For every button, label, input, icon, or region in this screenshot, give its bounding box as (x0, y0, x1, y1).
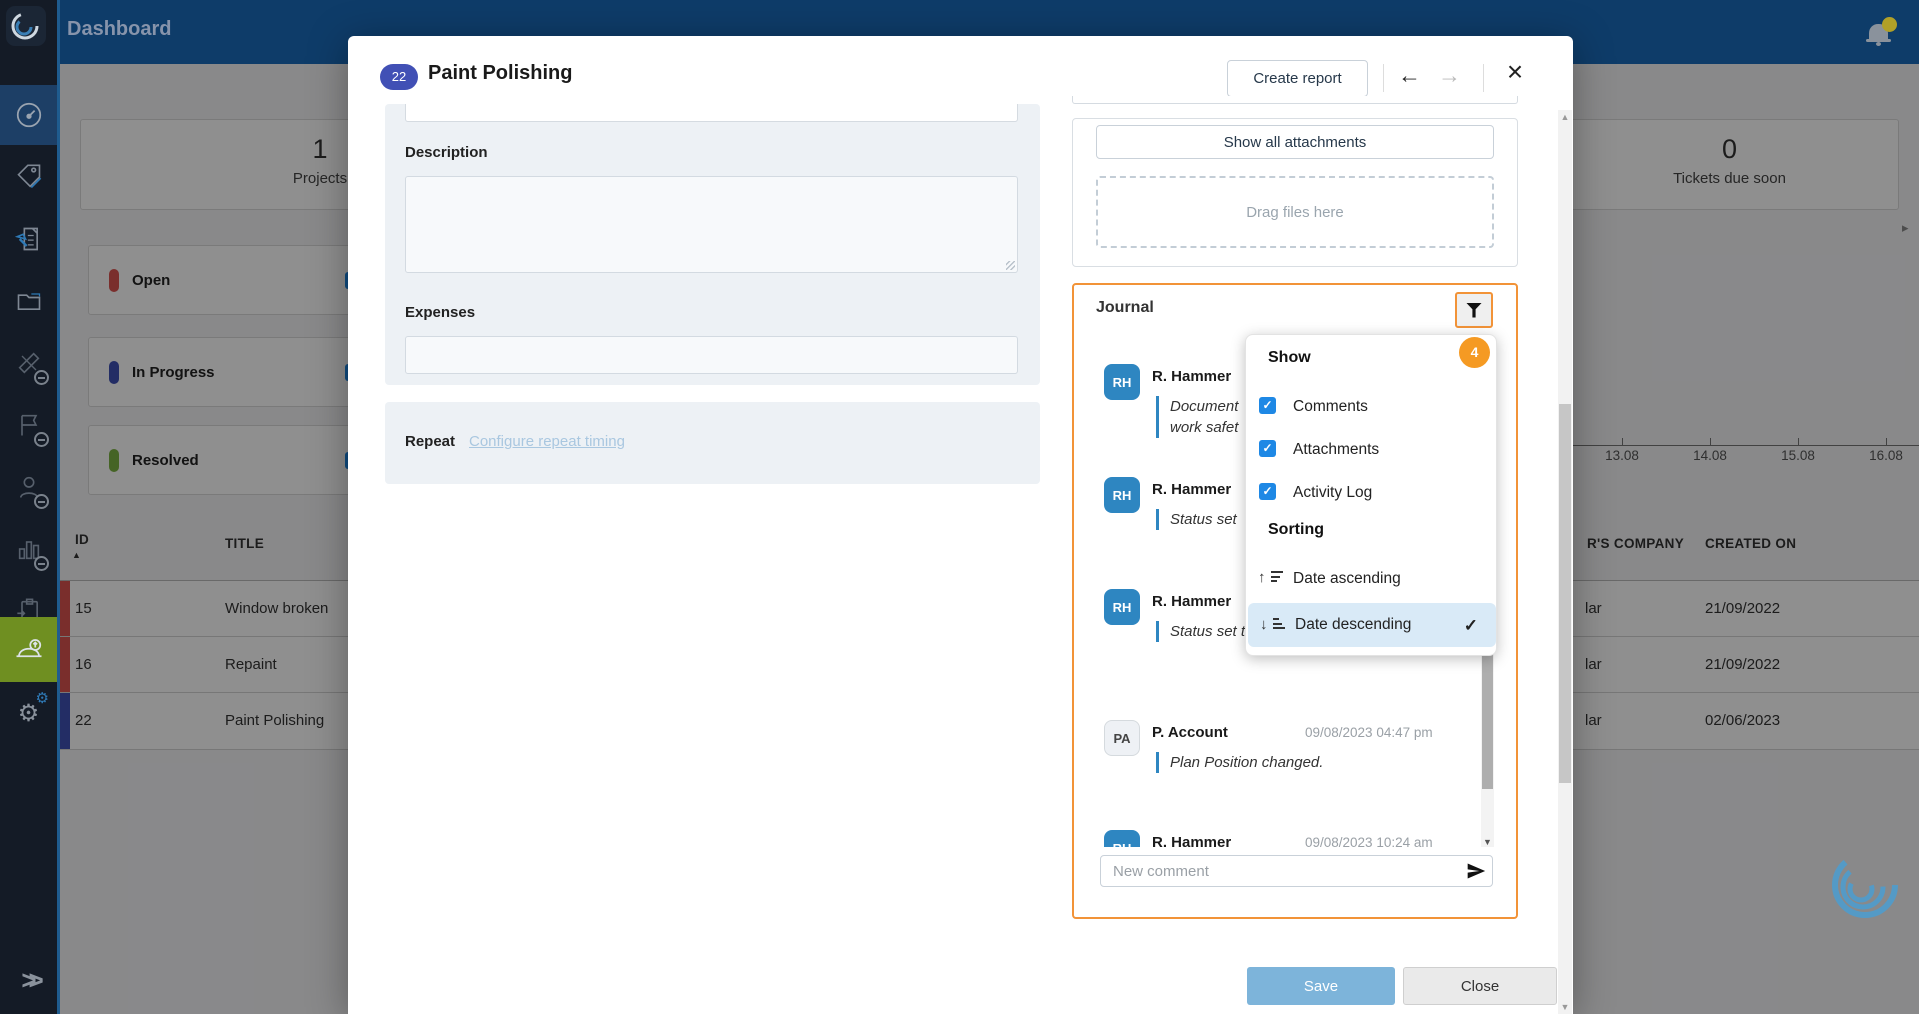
brand-watermark-logo (1830, 850, 1900, 920)
show-section-label: Show (1268, 349, 1311, 367)
gear-small-icon: ⚙ (36, 689, 49, 707)
ticket-id-badge: 22 (380, 64, 418, 90)
entry-author: R. Hammer (1152, 834, 1231, 847)
scroll-down-icon[interactable]: ▼ (1558, 1002, 1572, 1012)
option-label: Date descending (1295, 616, 1411, 634)
create-report-button[interactable]: Create report (1227, 60, 1368, 97)
expenses-label: Expenses (405, 304, 475, 321)
sort-descending-icon: ↓ (1260, 616, 1286, 634)
document-hammer-icon (15, 225, 43, 253)
entry-timestamp: 09/08/2023 10:24 am (1305, 835, 1433, 847)
hard-hat-upload-icon (13, 635, 45, 665)
sidebar-item-work-orders[interactable] (0, 209, 57, 269)
show-all-attachments-button[interactable]: Show all attachments (1096, 125, 1494, 159)
expenses-input[interactable] (405, 336, 1018, 374)
avatar: RH (1104, 830, 1140, 847)
journal-title: Journal (1096, 299, 1154, 317)
sidebar-navigation: ⚙ ⚙ >> (0, 0, 60, 1014)
gauge-icon (14, 100, 44, 130)
comments-checkbox[interactable]: ✓ (1259, 397, 1276, 414)
attachments-panel: Show all attachments Drag files here (1072, 118, 1518, 267)
filter-count-badge: 4 (1459, 337, 1490, 368)
entry-text-line: work safet (1170, 417, 1238, 438)
modal-scrollbar[interactable]: ▲ ▼ (1558, 110, 1572, 1014)
entry-text: Document work safet (1156, 396, 1238, 438)
resize-handle[interactable] (1006, 261, 1015, 270)
app-logo[interactable] (6, 6, 46, 46)
sidebar-item-files[interactable] (0, 271, 57, 331)
option-label: Date ascending (1293, 570, 1401, 588)
selected-check-icon: ✓ (1464, 616, 1478, 636)
entry-author: R. Hammer (1152, 368, 1231, 385)
entry-text: Status set (1156, 509, 1237, 530)
entry-author: R. Hammer (1152, 481, 1231, 498)
entry-author: R. Hammer (1152, 593, 1231, 610)
tag-icon (15, 163, 43, 191)
sidebar-item-milestones-disabled (0, 395, 57, 455)
repeat-panel: Repeat Configure repeat timing (385, 402, 1040, 484)
avatar: RH (1104, 364, 1140, 400)
entry-timestamp: 09/08/2023 04:47 pm (1305, 725, 1433, 740)
sidebar-item-measurements-disabled (0, 333, 57, 393)
sort-option-date-ascending[interactable]: ↑ Date ascending (1246, 561, 1496, 595)
sidebar-expand-button[interactable]: >> (0, 965, 57, 996)
attachments-checkbox[interactable]: ✓ (1259, 440, 1276, 457)
entry-text-line: Plan Position changed. (1170, 752, 1323, 773)
sorting-section-label: Sorting (1268, 521, 1324, 539)
disabled-minus-icon (34, 556, 49, 571)
option-label: Activity Log (1293, 484, 1372, 502)
sort-ascending-icon: ↑ (1258, 569, 1284, 587)
next-ticket-icon: → (1438, 62, 1461, 89)
sidebar-item-reports-disabled (0, 519, 57, 579)
scroll-up-icon[interactable]: ▲ (1558, 112, 1572, 122)
disabled-minus-icon (34, 432, 49, 447)
details-panel: Description Expenses (385, 104, 1040, 385)
filter-option-comments[interactable]: ✓ Comments (1246, 389, 1496, 423)
filter-option-activity-log[interactable]: ✓ Activity Log (1246, 475, 1496, 509)
journal-filter-dropdown: Show ✓ Comments ✓ Attachments ✓ Activity… (1245, 334, 1497, 656)
close-button[interactable]: Close (1403, 967, 1557, 1005)
entry-text-line: Status set (1170, 509, 1237, 530)
disabled-minus-icon (34, 494, 49, 509)
previous-ticket-icon[interactable]: ← (1398, 62, 1421, 89)
description-label: Description (405, 144, 488, 161)
close-icon[interactable]: × (1498, 56, 1532, 88)
option-label: Attachments (1293, 441, 1379, 459)
header-divider (1483, 64, 1484, 92)
configure-repeat-link[interactable]: Configure repeat timing (469, 433, 625, 450)
option-label: Comments (1293, 398, 1368, 416)
sidebar-item-tags[interactable] (0, 147, 57, 207)
send-comment-icon[interactable] (1466, 861, 1486, 881)
filter-funnel-icon (1466, 303, 1482, 318)
sidebar-item-site-active[interactable] (0, 617, 57, 682)
filter-option-attachments[interactable]: ✓ Attachments (1246, 432, 1496, 466)
new-comment-input[interactable] (1100, 855, 1493, 887)
notification-indicator-dot (1882, 17, 1897, 32)
ticket-title: Paint Polishing (428, 62, 572, 85)
sidebar-item-settings[interactable]: ⚙ ⚙ (0, 683, 57, 743)
header-divider (1383, 64, 1384, 92)
avatar: RH (1104, 589, 1140, 625)
entry-author: P. Account (1152, 724, 1228, 741)
avatar: PA (1104, 720, 1140, 756)
entry-text: Plan Position changed. (1156, 752, 1323, 773)
sort-option-date-descending-selected[interactable]: ↓ Date descending ✓ (1248, 603, 1496, 647)
sidebar-item-dashboard[interactable] (0, 85, 57, 145)
entry-text-line: Document (1170, 396, 1238, 417)
page-title: Dashboard (67, 18, 171, 41)
modal-scrollbar-thumb[interactable] (1559, 404, 1571, 783)
scroll-down-icon[interactable]: ▼ (1481, 837, 1494, 847)
file-dropzone[interactable]: Drag files here (1096, 176, 1494, 248)
avatar: RH (1104, 477, 1140, 513)
folder-icon (15, 287, 43, 315)
scrolled-button-partial (1072, 96, 1518, 104)
disabled-minus-icon (34, 370, 49, 385)
repeat-label: Repeat (405, 433, 455, 450)
scrolled-field-partial (405, 104, 1018, 122)
journal-filter-button[interactable] (1455, 292, 1493, 328)
save-button[interactable]: Save (1247, 967, 1395, 1005)
description-textarea[interactable] (405, 176, 1018, 273)
sidebar-item-people-disabled (0, 457, 57, 517)
activity-log-checkbox[interactable]: ✓ (1259, 483, 1276, 500)
